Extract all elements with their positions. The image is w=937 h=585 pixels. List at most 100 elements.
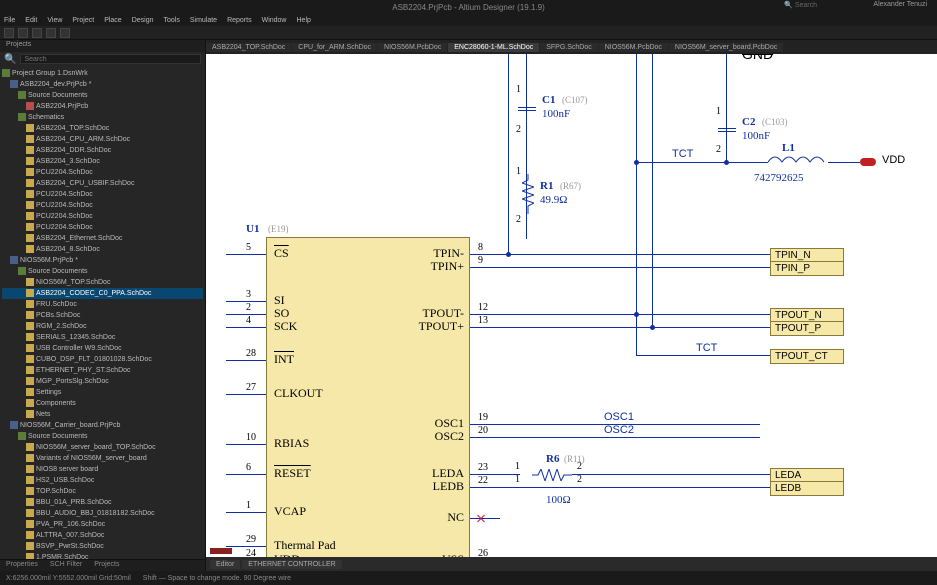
menu-reports[interactable]: Reports xyxy=(227,17,252,24)
toolbar-button[interactable] xyxy=(46,28,56,38)
tree-item[interactable]: Nets xyxy=(2,409,203,420)
menu-edit[interactable]: Edit xyxy=(25,17,37,24)
tree-item[interactable]: ASB2204_CPU_USBIF.SchDoc xyxy=(2,178,203,189)
tree-item[interactable]: NIOS56M_server_board_TOP.SchDoc xyxy=(2,442,203,453)
tree-item[interactable]: CUBO_DSP_FLT_01801028.SchDoc xyxy=(2,354,203,365)
tree-item[interactable]: ALTTRA_007.SchDoc xyxy=(2,530,203,541)
tree-item-label: TOP.SchDoc xyxy=(36,488,76,495)
tree-item[interactable]: RGM_2.SchDoc xyxy=(2,321,203,332)
menu-tools[interactable]: Tools xyxy=(164,17,180,24)
sheet-tab-ethernet[interactable]: ETHERNET CONTROLLER xyxy=(242,560,341,569)
tree-item[interactable]: FRU.SchDoc xyxy=(2,299,203,310)
tree-item[interactable]: HS2_USB.SchDoc xyxy=(2,475,203,486)
tree-item[interactable]: NIOS56M.PrjPcb * xyxy=(2,255,203,266)
menu-project[interactable]: Project xyxy=(72,17,94,24)
tree-item[interactable]: ASB2204_8.SchDoc xyxy=(2,244,203,255)
panel-tab-projects[interactable]: Projects xyxy=(0,40,37,52)
tree-item[interactable]: ASB2204_Ethernet.SchDoc xyxy=(2,233,203,244)
project-search-input[interactable] xyxy=(20,54,201,64)
toolbar-button[interactable] xyxy=(18,28,28,38)
tree-item[interactable]: PCU2204.SchDoc xyxy=(2,189,203,200)
tree-item[interactable]: ETHERNET_PHY_ST.SchDoc xyxy=(2,365,203,376)
tree-item[interactable]: BBU_AUDIO_BBJ_01818182.SchDoc xyxy=(2,508,203,519)
component-c1[interactable] xyxy=(518,99,536,119)
tree-item-label: ASB2204_dev.PrjPcb * xyxy=(20,81,91,88)
tree-item[interactable]: ASB2204_TOP.SchDoc xyxy=(2,123,203,134)
tree-item[interactable]: Source Documents xyxy=(2,431,203,442)
component-l1[interactable] xyxy=(768,154,828,170)
project-tree[interactable]: Project Group 1.DsnWrk ASB2204_dev.PrjPcb… xyxy=(0,66,205,559)
tree-item[interactable]: Source Documents xyxy=(2,266,203,277)
menu-simulate[interactable]: Simulate xyxy=(190,17,217,24)
global-search[interactable]: 🔍 Search xyxy=(784,1,817,9)
footer-tab-properties[interactable]: Properties xyxy=(0,560,44,571)
tree-item[interactable]: Source Documents xyxy=(2,90,203,101)
tree-item[interactable]: PCU2204.SchDoc xyxy=(2,222,203,233)
tree-item[interactable]: Schematics xyxy=(2,112,203,123)
c1-designator: C1 xyxy=(542,94,555,106)
component-r6[interactable] xyxy=(532,469,572,481)
component-r1[interactable] xyxy=(522,174,534,214)
tree-item[interactable]: 1.PSMR.SchDoc xyxy=(2,552,203,559)
tree-item[interactable]: Components xyxy=(2,398,203,409)
document-tab[interactable]: ASB2204_TOP.SchDoc xyxy=(206,43,291,52)
tree-item[interactable]: Settings xyxy=(2,387,203,398)
c1-pin2: 2 xyxy=(516,124,521,135)
tree-item[interactable]: PCBs.SchDoc xyxy=(2,310,203,321)
menu-file[interactable]: File xyxy=(4,17,15,24)
toolbar-button[interactable] xyxy=(32,28,42,38)
menu-design[interactable]: Design xyxy=(132,17,154,24)
tree-item[interactable]: ASB2204_CODEC_C0_PPA.SchDoc xyxy=(2,288,203,299)
tree-item[interactable]: PVA_PR_106.SchDoc xyxy=(2,519,203,530)
tree-item-label: ASB2204_3.SchDoc xyxy=(36,158,100,165)
menu-help[interactable]: Help xyxy=(297,17,311,24)
document-tab[interactable]: ENC28060-1-ML.SchDoc xyxy=(448,43,539,52)
tree-item[interactable]: Variants of NIOS56M_server_board xyxy=(2,453,203,464)
tree-item[interactable]: Project Group 1.DsnWrk xyxy=(2,68,203,79)
tree-item[interactable]: PCU2204.SchDoc xyxy=(2,211,203,222)
tree-item[interactable]: PCU2204.SchDoc xyxy=(2,200,203,211)
tree-item[interactable]: MGP_PortsSlg.SchDoc xyxy=(2,376,203,387)
pin-number: 12 xyxy=(478,302,488,313)
pin-number: 5 xyxy=(246,242,251,253)
document-tab[interactable]: NIOS56M_server_board.PcbDoc xyxy=(669,43,783,52)
no-connect-icon xyxy=(476,514,486,524)
component-c2[interactable] xyxy=(718,120,736,140)
footer-tab-schfilter[interactable]: SCH Filter xyxy=(44,560,88,571)
tree-item[interactable]: BSVP_PwrSt.SchDoc xyxy=(2,541,203,552)
toolbar-button[interactable] xyxy=(60,28,70,38)
tree-item[interactable]: BBU_01A_PRB.SchDoc xyxy=(2,497,203,508)
port-ledb[interactable]: LEDB xyxy=(770,481,844,496)
menu-place[interactable]: Place xyxy=(104,17,122,24)
sheet-tabs: Editor ETHERNET CONTROLLER xyxy=(206,557,937,571)
status-coords: X:6256.000mil Y:5552.000mil Grid:50mil xyxy=(6,575,131,582)
tree-item[interactable]: ASB2204.PrjPcb xyxy=(2,101,203,112)
tree-item[interactable]: TOP.SchDoc xyxy=(2,486,203,497)
tree-item[interactable]: NIOS56M_Carrier_board.PrjPcb xyxy=(2,420,203,431)
menu-view[interactable]: View xyxy=(47,17,62,24)
tree-item[interactable]: USB Controller W9.SchDoc xyxy=(2,343,203,354)
tree-item[interactable]: ASB2204_CPU_ARM.SchDoc xyxy=(2,134,203,145)
tree-item[interactable]: ASB2204_DDR.SchDoc xyxy=(2,145,203,156)
user-label[interactable]: Alexander Tenuzi xyxy=(873,1,927,8)
wire xyxy=(470,267,770,268)
schematic-canvas[interactable]: U1 (E19) 5CS3SI2SO4SCK28INT27CLKOUT10RBI… xyxy=(206,54,937,571)
document-tab[interactable]: CPU_for_ARM.SchDoc xyxy=(292,43,377,52)
port-tpout_p[interactable]: TPOUT_P xyxy=(770,321,844,336)
document-tab[interactable]: NIOS56M.PcbDoc xyxy=(378,43,447,52)
tree-item[interactable]: ASB2204_dev.PrjPcb * xyxy=(2,79,203,90)
tree-item[interactable]: ASB2204_3.SchDoc xyxy=(2,156,203,167)
port-tpin_p[interactable]: TPIN_P xyxy=(770,261,844,276)
tree-item[interactable]: PCU2204.SchDoc xyxy=(2,167,203,178)
tree-item[interactable]: NIOS8 server board xyxy=(2,464,203,475)
document-tab[interactable]: NIOS56M.PcbDoc xyxy=(599,43,668,52)
port-tpout_ct[interactable]: TPOUT_CT xyxy=(770,349,844,364)
footer-tab-projects[interactable]: Projects xyxy=(88,560,125,571)
menu-window[interactable]: Window xyxy=(262,17,287,24)
tree-item[interactable]: SERIALS_12345.SchDoc xyxy=(2,332,203,343)
document-tab[interactable]: SFPG.SchDoc xyxy=(540,43,598,52)
sheet-tab-editor[interactable]: Editor xyxy=(210,560,240,569)
r1-value: 49.9Ω xyxy=(540,194,567,206)
tree-item[interactable]: NIOS56M_TOP.SchDoc xyxy=(2,277,203,288)
toolbar-button[interactable] xyxy=(4,28,14,38)
